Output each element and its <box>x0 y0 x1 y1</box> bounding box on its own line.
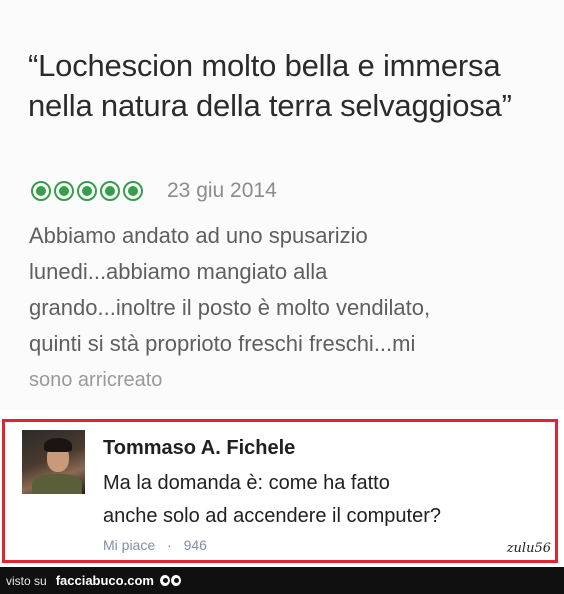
eyes-icon <box>159 575 181 586</box>
commenter-name[interactable]: Tommaso A. Fichele <box>103 437 295 460</box>
comment-text: Ma la domanda è: come ha fatto anche sol… <box>103 467 543 533</box>
review-title[interactable]: “Lochescion molto bella e immersa nella … <box>28 46 548 126</box>
rating-bubbles <box>31 181 143 201</box>
review-date: 23 giu 2014 <box>167 179 277 202</box>
footer-visto-label: visto su <box>6 573 47 588</box>
signature: zulu56 <box>506 541 551 556</box>
review-body-line: sono arricreato <box>29 369 163 391</box>
rating-row: 23 giu 2014 <box>31 176 277 206</box>
comment-text-line: Ma la domanda è: come ha fatto <box>103 472 390 494</box>
rating-bubble-icon <box>54 181 74 201</box>
comment-meta: Mi piace · 946 <box>103 537 207 553</box>
comment-box: Tommaso A. Fichele Ma la domanda è: come… <box>2 419 558 563</box>
avatar[interactable] <box>22 430 85 494</box>
footer-site-link[interactable]: facciabuco.com <box>56 573 154 588</box>
review-card: “Lochescion molto bella e immersa nella … <box>0 0 564 410</box>
rating-bubble-icon <box>77 181 97 201</box>
review-body: Abbiamo andato ad uno spusarizio lunedi.… <box>29 218 539 398</box>
rating-bubble-icon <box>100 181 120 201</box>
like-count[interactable]: 946 <box>184 537 207 553</box>
meta-separator: · <box>167 537 172 553</box>
review-body-line: quinti si stà proprioto freschi freschi.… <box>29 331 416 356</box>
review-body-line: Abbiamo andato ad uno spusarizio <box>29 223 368 248</box>
rating-bubble-icon <box>123 181 143 201</box>
review-body-line: lunedi...abbiamo mangiato alla <box>29 259 328 284</box>
rating-bubble-icon <box>31 181 51 201</box>
like-button[interactable]: Mi piace <box>103 537 155 553</box>
review-body-line: grando...inoltre il posto è molto vendil… <box>29 295 431 320</box>
footer-bar: visto su facciabuco.com <box>0 567 564 594</box>
comment-text-line: anche solo ad accendere il computer? <box>103 505 441 527</box>
